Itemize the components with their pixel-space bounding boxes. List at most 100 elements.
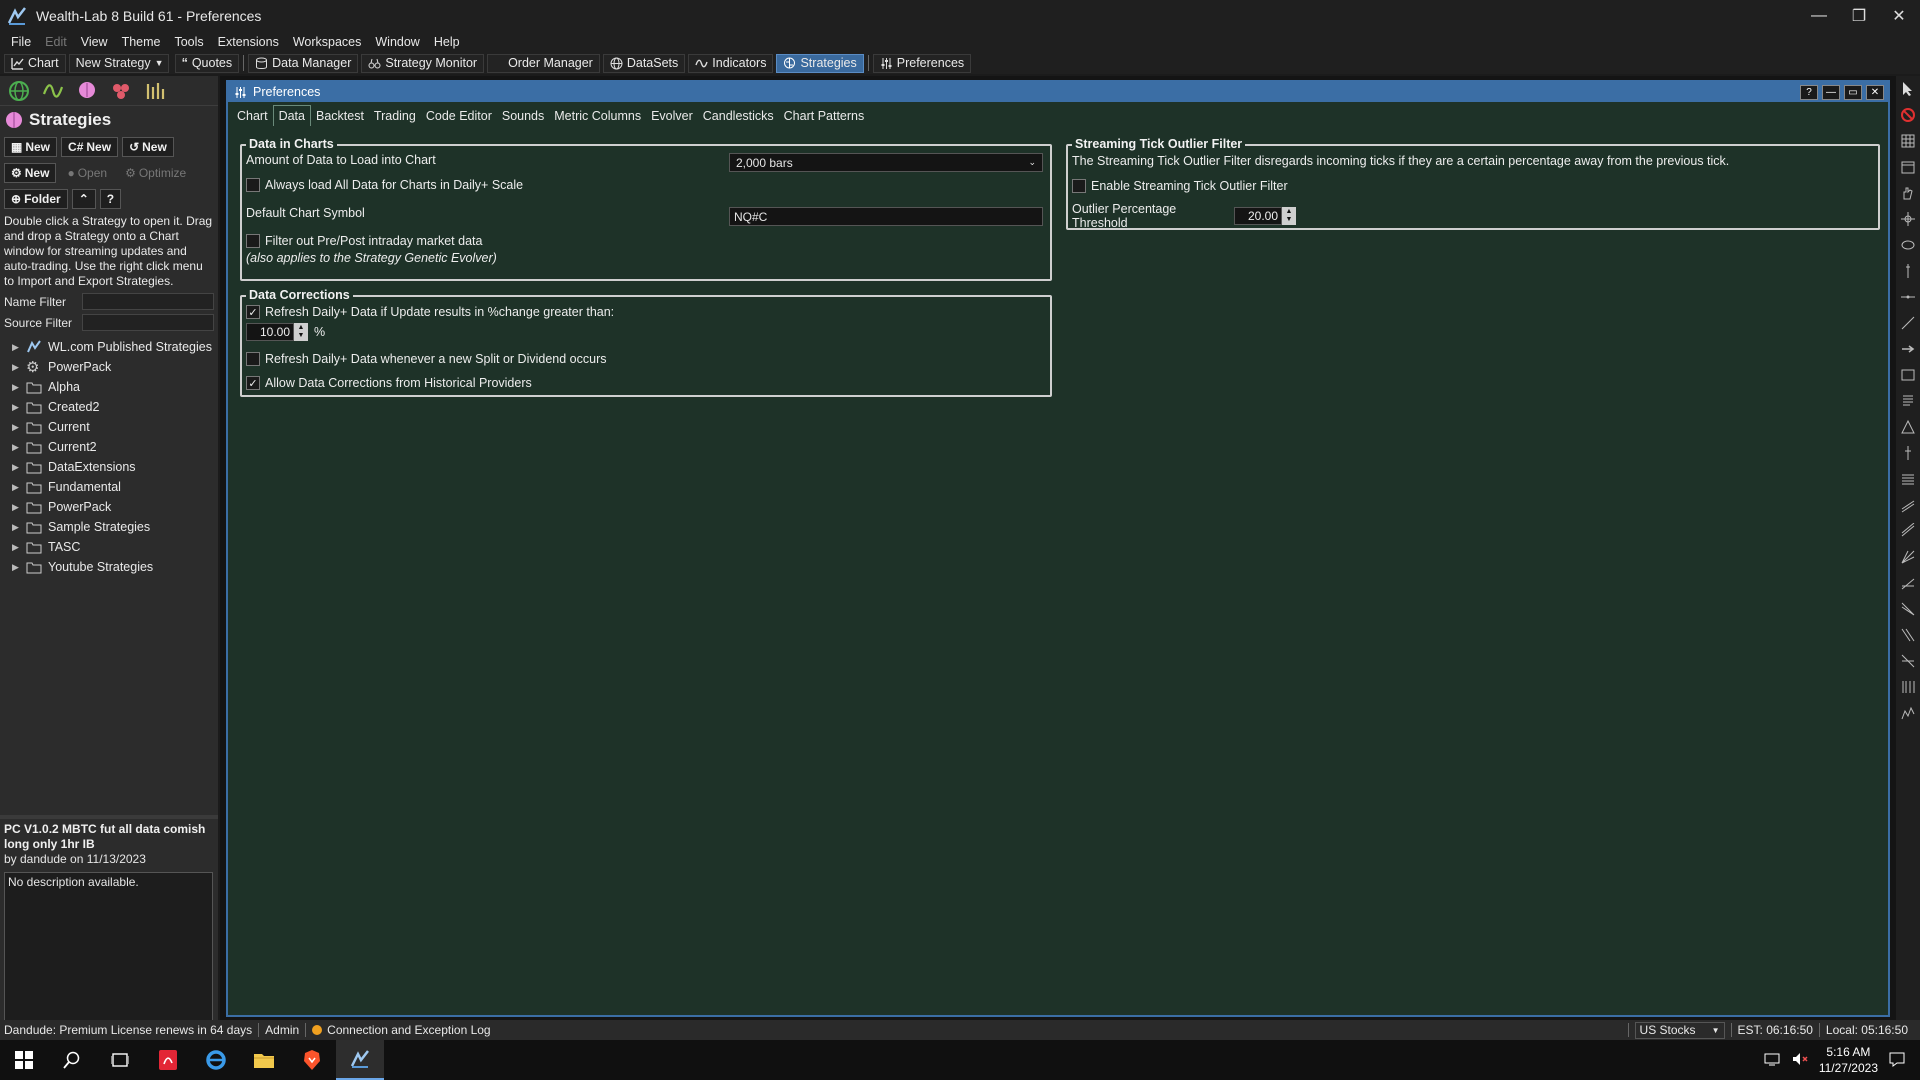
filter-prepost-checkbox[interactable] [246, 234, 260, 248]
expand-arrow-icon[interactable]: ▶ [12, 382, 22, 393]
search-icon[interactable] [48, 1040, 96, 1080]
tab-sounds[interactable]: Sounds [497, 106, 549, 126]
file-explorer-icon[interactable] [240, 1040, 288, 1080]
pct-value[interactable]: 10.00 [246, 323, 294, 341]
menu-window[interactable]: Window [368, 35, 426, 49]
expand-arrow-icon[interactable]: ▶ [12, 522, 22, 533]
threshold-spinner[interactable]: 20.00 ▲ ▼ [1234, 207, 1296, 225]
tree-item[interactable]: ▶ Youtube Strategies [0, 557, 218, 577]
default-symbol-input[interactable]: NQ#C [729, 207, 1043, 226]
pitchfork-icon[interactable] [1896, 440, 1920, 466]
brain-icon[interactable] [76, 80, 98, 102]
tab-chart-patterns[interactable]: Chart Patterns [779, 106, 870, 126]
filter-prepost-row[interactable]: Filter out Pre/Post intraday market data [246, 234, 482, 248]
speed-lines-icon[interactable] [1896, 596, 1920, 622]
move-icon[interactable] [1896, 206, 1920, 232]
tree-item[interactable]: ▶ PowerPack [0, 497, 218, 517]
new-rotation-button[interactable]: ↺ New [122, 137, 174, 157]
refresh-split-checkbox[interactable] [246, 352, 260, 366]
indicators-button[interactable]: Indicators [688, 53, 774, 73]
data-manager-button[interactable]: Data Manager [248, 53, 359, 73]
tree-item[interactable]: ▶ Created2 [0, 397, 218, 417]
expand-arrow-icon[interactable]: ▶ [12, 362, 22, 373]
no-draw-icon[interactable] [1896, 102, 1920, 128]
panel-splitter[interactable] [0, 815, 218, 819]
expand-arrow-icon[interactable]: ▶ [12, 442, 22, 453]
new-strategy-dropdown[interactable]: New Strategy ▼ [68, 53, 169, 73]
notifications-icon[interactable] [1888, 1051, 1906, 1070]
source-filter-input[interactable] [82, 314, 214, 331]
text-icon[interactable] [1896, 388, 1920, 414]
regression-icon[interactable] [1896, 518, 1920, 544]
expand-arrow-icon[interactable]: ▶ [12, 342, 22, 353]
enable-filter-row[interactable]: Enable Streaming Tick Outlier Filter [1072, 179, 1288, 193]
market-dropdown[interactable]: US Stocks ▼ [1634, 1021, 1725, 1039]
internet-explorer-icon[interactable] [192, 1040, 240, 1080]
tree-item[interactable]: ▶ Current2 [0, 437, 218, 457]
pdf-reader-icon[interactable] [144, 1040, 192, 1080]
grid-icon[interactable] [1896, 128, 1920, 154]
collapse-all-button[interactable]: ⌃ [71, 189, 96, 209]
quotes-button[interactable]: “ Quotes [174, 53, 240, 73]
open-button[interactable]: ● Open [60, 163, 114, 183]
cursor-icon[interactable] [1896, 76, 1920, 102]
trend-line-icon[interactable] [1896, 310, 1920, 336]
wave-count-icon[interactable] [1896, 700, 1920, 726]
expand-arrow-icon[interactable]: ▶ [12, 502, 22, 513]
expand-arrow-icon[interactable]: ▶ [12, 462, 22, 473]
fib-time-icon[interactable] [1896, 674, 1920, 700]
tree-item[interactable]: ▶ DataExtensions [0, 457, 218, 477]
tab-evolver[interactable]: Evolver [646, 106, 698, 126]
channel-icon[interactable] [1896, 492, 1920, 518]
strategies-button[interactable]: Strategies [776, 53, 864, 73]
tab-data[interactable]: Data [272, 105, 311, 126]
tab-metric-columns[interactable]: Metric Columns [549, 106, 646, 126]
tree-item[interactable]: ▶ Fundamental [0, 477, 218, 497]
menu-help[interactable]: Help [427, 35, 467, 49]
menu-edit[interactable]: Edit [38, 35, 74, 49]
maximize-icon[interactable]: ▭ [1844, 85, 1862, 100]
refresh-split-row[interactable]: Refresh Daily+ Data whenever a new Split… [246, 352, 606, 366]
enable-filter-checkbox[interactable] [1072, 179, 1086, 193]
tree-item[interactable]: ▶ Current [0, 417, 218, 437]
arrow-icon[interactable] [1896, 336, 1920, 362]
strategy-monitor-button[interactable]: Strategy Monitor [361, 53, 485, 73]
new-neuro-button[interactable]: ⚙ New [4, 163, 57, 183]
andrews-icon[interactable] [1896, 622, 1920, 648]
expand-arrow-icon[interactable]: ▶ [12, 422, 22, 433]
preferences-button[interactable]: Preferences [872, 53, 972, 73]
refresh-pct-checkbox[interactable]: ✓ [246, 305, 260, 319]
menu-tools[interactable]: Tools [167, 35, 210, 49]
menu-theme[interactable]: Theme [115, 35, 168, 49]
expand-arrow-icon[interactable]: ▶ [12, 562, 22, 573]
indicator-wave-icon[interactable] [42, 80, 64, 102]
menu-workspaces[interactable]: Workspaces [286, 35, 369, 49]
always-load-checkbox[interactable] [246, 178, 260, 192]
menu-view[interactable]: View [74, 35, 115, 49]
close-icon[interactable]: ✕ [1866, 85, 1884, 100]
task-view-icon[interactable] [96, 1040, 144, 1080]
fibonacci-icon[interactable] [1896, 466, 1920, 492]
wealth-lab-taskbar-icon[interactable] [336, 1040, 384, 1080]
tree-item[interactable]: ▶ ⚙ PowerPack [0, 357, 218, 377]
hand-icon[interactable] [1896, 180, 1920, 206]
tab-code-editor[interactable]: Code Editor [421, 106, 497, 126]
expand-arrow-icon[interactable]: ▶ [12, 482, 22, 493]
tab-candlesticks[interactable]: Candlesticks [698, 106, 779, 126]
tab-trading[interactable]: Trading [369, 106, 421, 126]
allow-corrections-checkbox[interactable]: ✓ [246, 376, 260, 390]
tree-item[interactable]: ▶ WL.com Published Strategies [0, 337, 218, 357]
expand-arrow-icon[interactable]: ▶ [12, 402, 22, 413]
always-load-row[interactable]: Always load All Data for Charts in Daily… [246, 178, 523, 192]
windows-start-icon[interactable] [0, 1040, 48, 1080]
horizontal-line-icon[interactable] [1896, 284, 1920, 310]
tree-item[interactable]: ▶ Sample Strategies [0, 517, 218, 537]
cycle-icon[interactable] [1896, 570, 1920, 596]
menu-file[interactable]: File [4, 35, 38, 49]
threshold-value[interactable]: 20.00 [1234, 207, 1282, 225]
calendar-icon[interactable] [1896, 154, 1920, 180]
help-button[interactable]: ? [99, 189, 122, 209]
allow-corrections-row[interactable]: ✓ Allow Data Corrections from Historical… [246, 376, 532, 390]
tree-item[interactable]: ▶ Alpha [0, 377, 218, 397]
help-icon[interactable]: ? [1800, 85, 1818, 100]
